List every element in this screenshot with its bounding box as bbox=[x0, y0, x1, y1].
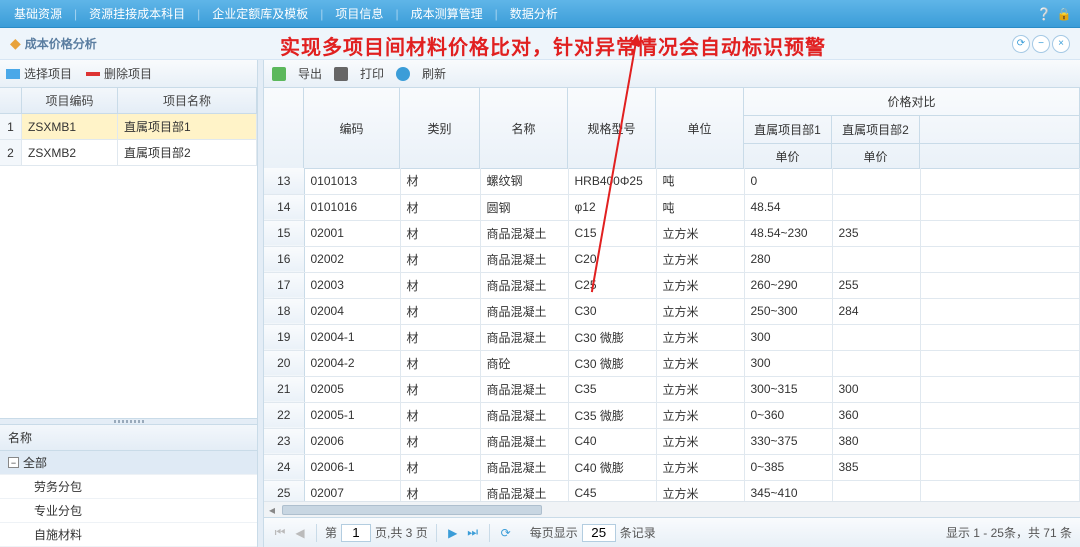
lock-icon[interactable]: 🔒 bbox=[1056, 6, 1072, 22]
menu-item[interactable]: 数据分析 bbox=[504, 5, 564, 22]
title-bar: ◆ 成本价格分析 实现多项目间材料价格比对，针对异常情况会自动标识预警 ⟳ − … bbox=[0, 28, 1080, 60]
annotation-text: 实现多项目间材料价格比对，针对异常情况会自动标识预警 bbox=[280, 31, 826, 60]
col-name[interactable]: 名称 bbox=[480, 88, 568, 168]
pager-summary: 显示 1 - 25条，共 71 条 bbox=[946, 524, 1072, 541]
table-row[interactable]: 1902004-1材商品混凝土C30 微膨立方米300 bbox=[264, 324, 1080, 350]
menu-item[interactable]: 企业定额库及模板 bbox=[206, 5, 314, 22]
refresh-window-icon[interactable]: ⟳ bbox=[1012, 35, 1030, 53]
project-row[interactable]: 1ZSXMB1直属项目部1 bbox=[0, 114, 257, 140]
horizontal-scrollbar[interactable]: ◂ bbox=[264, 501, 1080, 517]
col-unitprice1[interactable]: 单价 bbox=[744, 144, 832, 168]
project-row[interactable]: 2ZSXMB2直属项目部2 bbox=[0, 140, 257, 166]
select-project-button[interactable]: 选择项目 bbox=[24, 65, 72, 82]
tree-node[interactable]: 专业分包 bbox=[0, 499, 257, 523]
delete-project-icon[interactable] bbox=[86, 72, 100, 76]
reload-icon[interactable]: ⟳ bbox=[498, 525, 514, 541]
col-proj1[interactable]: 直属项目部1 bbox=[744, 116, 832, 144]
table-row[interactable]: 1502001材商品混凝土C15立方米48.54~230235 bbox=[264, 220, 1080, 246]
grid-body[interactable]: 130101013材螺纹钢HRB400Φ25吨0140101016材圆钢φ12吨… bbox=[264, 168, 1080, 517]
table-row[interactable]: 1702003材商品混凝土C25立方米260~290255 bbox=[264, 272, 1080, 298]
last-page-icon[interactable]: ⏭ bbox=[465, 525, 481, 541]
grid-toolbar: 导出 打印 刷新 bbox=[264, 60, 1080, 88]
analysis-icon: ◆ bbox=[10, 35, 21, 52]
tree-node[interactable]: 自施材料 bbox=[0, 523, 257, 547]
page-input[interactable] bbox=[341, 524, 371, 542]
next-page-icon[interactable]: ▶ bbox=[445, 525, 461, 541]
col-project-code[interactable]: 项目编码 bbox=[22, 88, 118, 113]
col-unitprice2[interactable]: 单价 bbox=[832, 144, 920, 168]
print-button[interactable]: 打印 bbox=[360, 65, 384, 82]
export-button[interactable]: 导出 bbox=[298, 65, 322, 82]
export-icon[interactable] bbox=[272, 67, 286, 81]
scroll-thumb[interactable] bbox=[282, 505, 542, 515]
project-toolbar: 选择项目 删除项目 bbox=[0, 60, 257, 88]
table-row[interactable]: 2002004-2材商砼C30 微膨立方米300 bbox=[264, 350, 1080, 376]
grid-header: 编码 类别 名称 规格型号 单位 价格对比 直属项目部1 直属项目部2 bbox=[264, 88, 1080, 169]
minimize-icon[interactable]: − bbox=[1032, 35, 1050, 53]
table-row[interactable]: 2202005-1材商品混凝土C35 微膨立方米0~360360 bbox=[264, 402, 1080, 428]
table-row[interactable]: 1802004材商品混凝土C30立方米250~300284 bbox=[264, 298, 1080, 324]
prev-page-icon[interactable]: ◀ bbox=[292, 525, 308, 541]
scroll-left-icon[interactable]: ◂ bbox=[264, 503, 280, 517]
horizontal-splitter[interactable] bbox=[0, 419, 257, 425]
refresh-icon[interactable] bbox=[396, 67, 410, 81]
close-icon[interactable]: × bbox=[1052, 35, 1070, 53]
delete-project-button[interactable]: 删除项目 bbox=[104, 65, 152, 82]
menu-item[interactable]: 项目信息 bbox=[329, 5, 389, 22]
table-row[interactable]: 2302006材商品混凝土C40立方米330~375380 bbox=[264, 428, 1080, 454]
top-menu: 基础资源|资源挂接成本科目|企业定额库及模板|项目信息|成本测算管理|数据分析 … bbox=[0, 0, 1080, 28]
pager: ⏮ ◀ 第 页,共 3 页 ▶ ⏭ ⟳ 每页显示 条记录 显示 1 - 25条，… bbox=[264, 517, 1080, 547]
col-price-group: 价格对比 直属项目部1 直属项目部2 单价 单价 bbox=[744, 88, 1080, 168]
table-row[interactable]: 1602002材商品混凝土C20立方米280 bbox=[264, 246, 1080, 272]
data-grid: 编码 类别 名称 规格型号 单位 价格对比 直属项目部1 直属项目部2 bbox=[264, 88, 1080, 517]
col-unit[interactable]: 单位 bbox=[656, 88, 744, 168]
print-icon[interactable] bbox=[334, 67, 348, 81]
tree-header: 名称 bbox=[0, 425, 257, 451]
page-title: 成本价格分析 bbox=[25, 35, 97, 52]
col-proj2[interactable]: 直属项目部2 bbox=[832, 116, 920, 144]
right-panel: 导出 打印 刷新 编码 类别 名称 规格型号 单位 bbox=[258, 60, 1080, 547]
tree-node[interactable]: 劳务分包 bbox=[0, 475, 257, 499]
category-tree: − 全部 劳务分包专业分包自施材料 bbox=[0, 451, 257, 547]
menu-item[interactable]: 成本测算管理 bbox=[405, 5, 489, 22]
table-row[interactable]: 140101016材圆钢φ12吨48.54 bbox=[264, 194, 1080, 220]
refresh-button[interactable]: 刷新 bbox=[422, 65, 446, 82]
table-row[interactable]: 2102005材商品混凝土C35立方米300~315300 bbox=[264, 376, 1080, 402]
left-panel: 选择项目 删除项目 项目编码 项目名称 1ZSXMB1直属项目部12ZSXMB2… bbox=[0, 60, 258, 547]
help-icon[interactable]: ❔ bbox=[1036, 6, 1052, 22]
col-category[interactable]: 类别 bbox=[400, 88, 480, 168]
col-code[interactable]: 编码 bbox=[304, 88, 400, 168]
col-rownum bbox=[264, 88, 304, 168]
select-project-icon[interactable] bbox=[6, 69, 20, 79]
table-row[interactable]: 130101013材螺纹钢HRB400Φ25吨0 bbox=[264, 168, 1080, 194]
menu-item[interactable]: 基础资源 bbox=[8, 5, 68, 22]
project-table-header: 项目编码 项目名称 bbox=[0, 88, 257, 114]
table-row[interactable]: 2402006-1材商品混凝土C40 微膨立方米0~385385 bbox=[264, 454, 1080, 480]
tree-root[interactable]: − 全部 bbox=[0, 451, 257, 475]
page-size-select[interactable] bbox=[582, 524, 616, 542]
menu-item[interactable]: 资源挂接成本科目 bbox=[83, 5, 191, 22]
col-spec[interactable]: 规格型号 bbox=[568, 88, 656, 168]
first-page-icon[interactable]: ⏮ bbox=[272, 525, 288, 541]
col-project-name[interactable]: 项目名称 bbox=[118, 88, 257, 113]
collapse-icon[interactable]: − bbox=[8, 457, 19, 468]
